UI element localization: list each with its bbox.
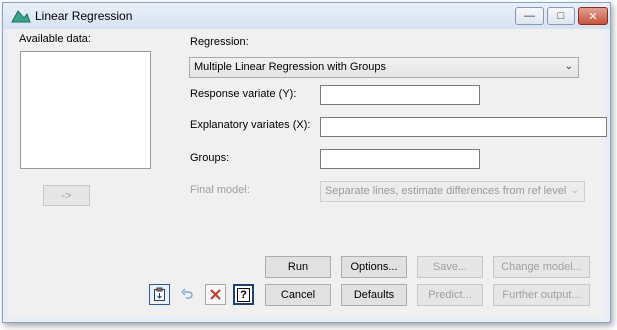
explanatory-field[interactable]: [320, 117, 607, 137]
available-data-label: Available data:: [19, 33, 91, 45]
maximize-button[interactable]: □: [547, 7, 575, 25]
help-icon: ?: [237, 287, 250, 302]
clear-button[interactable]: [205, 284, 226, 305]
response-field[interactable]: [320, 85, 480, 105]
groups-field[interactable]: [320, 149, 480, 169]
explanatory-label: Explanatory variates (X):: [190, 119, 311, 131]
available-data-list[interactable]: [20, 51, 151, 169]
copy-to-clipboard-button[interactable]: [149, 284, 170, 305]
dialog-body: Available data: -> Regression: Multiple …: [9, 29, 607, 318]
close-button[interactable]: ✕: [578, 7, 608, 25]
add-variable-button[interactable]: ->: [43, 185, 90, 206]
final-model-select[interactable]: Separate lines, estimate differences fro…: [320, 181, 585, 202]
response-label: Response variate (Y):: [190, 88, 297, 100]
run-button[interactable]: Run: [265, 256, 331, 278]
options-button[interactable]: Options...: [341, 256, 407, 278]
window-title: Linear Regression: [35, 9, 133, 23]
clipboard-icon: [154, 287, 165, 301]
chevron-down-icon: ⌄: [570, 185, 579, 196]
chevron-down-icon: ⌄: [564, 61, 573, 72]
final-model-label: Final model:: [190, 184, 250, 196]
clear-x-icon: [210, 289, 221, 300]
predict-button[interactable]: Predict...: [417, 284, 483, 306]
defaults-button[interactable]: Defaults: [341, 284, 407, 306]
regression-select-value: Multiple Linear Regression with Groups: [194, 61, 386, 73]
minimize-button[interactable]: —: [515, 7, 544, 25]
help-button[interactable]: ?: [233, 284, 254, 305]
change-model-button[interactable]: Change model...: [493, 256, 590, 278]
further-output-button[interactable]: Further output...: [493, 284, 590, 306]
final-model-select-value: Separate lines, estimate differences fro…: [325, 185, 567, 197]
dialog-window: Linear Regression — □ ✕ Available data: …: [2, 2, 611, 323]
undo-button[interactable]: [177, 284, 198, 305]
regression-select[interactable]: Multiple Linear Regression with Groups ⌄: [189, 57, 579, 78]
undo-icon: [181, 288, 193, 299]
save-button[interactable]: Save...: [417, 256, 483, 278]
close-icon: ✕: [588, 10, 598, 23]
cancel-button[interactable]: Cancel: [265, 284, 331, 306]
title-bar[interactable]: Linear Regression — □ ✕: [3, 3, 610, 29]
app-icon: [11, 10, 31, 23]
groups-label: Groups:: [190, 152, 230, 164]
regression-label: Regression:: [190, 36, 249, 48]
maximize-icon: □: [557, 10, 565, 22]
minimize-icon: —: [524, 10, 535, 22]
